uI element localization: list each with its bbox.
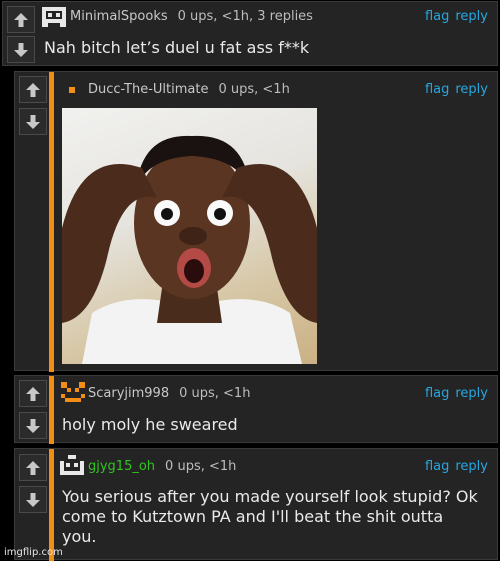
- comment-actions: flag reply: [419, 386, 488, 401]
- upvote-button[interactable]: [19, 380, 47, 407]
- meme-image[interactable]: [62, 108, 317, 364]
- upvote-arrow-icon: [26, 82, 40, 97]
- pixel-avatar-icon: [61, 382, 85, 402]
- reply-link[interactable]: reply: [455, 459, 488, 474]
- thread-bar: [49, 376, 54, 444]
- pixel-avatar-icon: [42, 7, 66, 27]
- comment-meta: gjyg15_oh 0 ups, <1h: [88, 459, 236, 474]
- flag-link[interactable]: flag: [425, 459, 449, 474]
- comment-actions: flag reply: [419, 459, 488, 474]
- reply-link[interactable]: reply: [455, 82, 488, 97]
- downvote-arrow-icon: [26, 492, 40, 507]
- comment-3: Scaryjim998 0 ups, <1h flag reply holy mol…: [14, 375, 498, 444]
- comment-text: You serious after you made yourself look…: [62, 487, 478, 546]
- downvote-button[interactable]: [19, 486, 47, 513]
- downvote-arrow-icon: [14, 42, 28, 57]
- downvote-button[interactable]: [19, 412, 47, 439]
- upvote-arrow-icon: [26, 460, 40, 475]
- upvote-arrow-icon: [26, 386, 40, 401]
- comment-stats: 0 ups, <1h: [165, 459, 237, 474]
- upvote-arrow-icon: [14, 12, 28, 27]
- reply-link[interactable]: reply: [455, 386, 488, 401]
- username[interactable]: Ducc-The-Ultimate: [88, 82, 208, 97]
- downvote-arrow-icon: [26, 418, 40, 433]
- downvote-button[interactable]: [19, 108, 47, 135]
- comment-stats: 0 ups, <1h: [218, 82, 290, 97]
- pixel-avatar-icon: [60, 455, 84, 475]
- comment-1: MinimalSpooks 0 ups, <1h, 3 replies flag r…: [2, 1, 498, 66]
- orange-dot-icon: [69, 87, 75, 93]
- comment-actions: flag reply: [419, 9, 488, 24]
- comment-meta: Scaryjim998 0 ups, <1h: [88, 386, 250, 401]
- upvote-button[interactable]: [19, 76, 47, 103]
- flag-link[interactable]: flag: [425, 9, 449, 24]
- comment-stats: 0 ups, <1h: [179, 386, 251, 401]
- username[interactable]: Scaryjim998: [88, 386, 169, 401]
- username[interactable]: MinimalSpooks: [70, 9, 168, 24]
- comment-meta: MinimalSpooks 0 ups, <1h, 3 replies: [70, 9, 313, 24]
- reply-link[interactable]: reply: [455, 9, 488, 24]
- comment-meta: Ducc-The-Ultimate 0 ups, <1h: [88, 82, 290, 97]
- thread-bar: [49, 72, 54, 372]
- flag-link[interactable]: flag: [425, 386, 449, 401]
- username[interactable]: gjyg15_oh: [88, 459, 155, 474]
- shocked-face-illustration: [62, 135, 317, 364]
- comment-stats: 0 ups, <1h, 3 replies: [177, 9, 313, 24]
- flag-link[interactable]: flag: [425, 82, 449, 97]
- upvote-button[interactable]: [7, 6, 35, 33]
- upvote-button[interactable]: [19, 454, 47, 481]
- imgflip-watermark: imgflip.com: [4, 547, 63, 558]
- comment-actions: flag reply: [419, 82, 488, 97]
- comment-text: holy moly he sweared: [62, 415, 238, 434]
- comment-4: gjyg15_oh 0 ups, <1h flag reply You seriou…: [14, 448, 498, 561]
- downvote-arrow-icon: [26, 114, 40, 129]
- thread-bar: [49, 449, 54, 561]
- downvote-button[interactable]: [7, 36, 35, 63]
- comment-text: Nah bitch let’s duel u fat ass f**k: [44, 38, 310, 57]
